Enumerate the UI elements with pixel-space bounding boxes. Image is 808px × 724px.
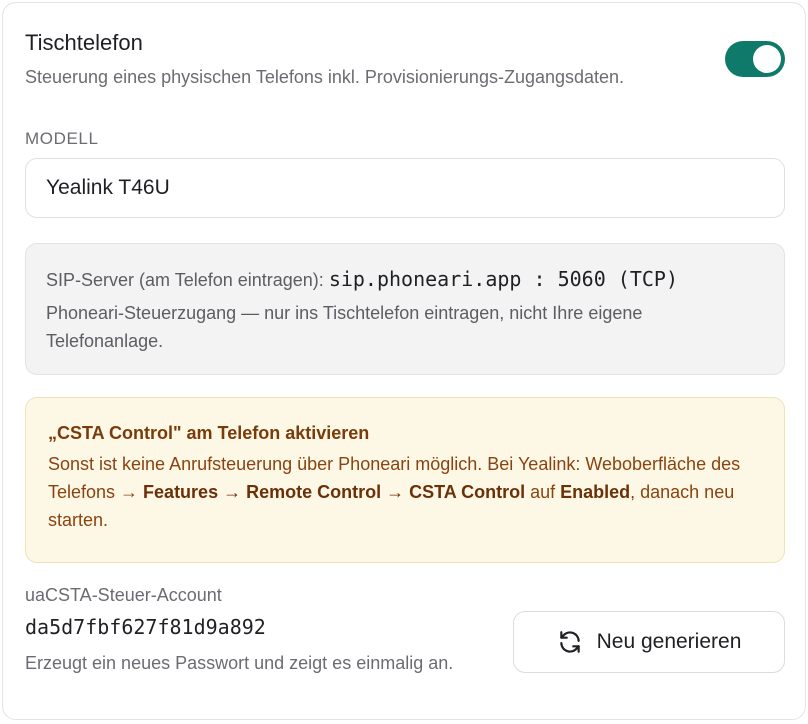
regenerate-label: Neu generieren <box>596 630 742 653</box>
model-value: Yealink T46U <box>46 176 170 199</box>
sip-server-label: SIP-Server (am Telefon eintragen): <box>46 270 324 290</box>
warning-enabled: Enabled <box>560 482 631 502</box>
card-header: Tischtelefon Steuerung eines physischen … <box>25 29 783 89</box>
sip-info-box: SIP-Server (am Telefon eintragen): sip.p… <box>25 243 785 375</box>
toggle-knob <box>753 45 781 73</box>
sip-server-line: SIP-Server (am Telefon eintragen): sip.p… <box>46 264 764 295</box>
card-title: Tischtelefon <box>25 30 143 55</box>
warning-text: Sonst ist keine Anrufsteuerung über Phon… <box>48 450 762 534</box>
model-select[interactable]: Yealink T46U <box>25 158 785 218</box>
model-label: MODELL <box>25 129 99 148</box>
warning-title: „CSTA Control" am Telefon aktivieren <box>48 423 370 443</box>
account-value: da5d7fbf627f81d9a892 <box>25 615 266 639</box>
sip-server-value: sip.phoneari.app : 5060 (TCP) <box>328 267 679 291</box>
sip-description: Phoneari-Steuerzugang — nur ins Tischtel… <box>46 303 643 351</box>
card-subtitle: Steuerung eines physischen Telefons inkl… <box>25 67 625 87</box>
desk-phone-toggle[interactable] <box>725 41 785 77</box>
warning-path: Features → Remote Control → CSTA Control <box>143 482 526 502</box>
warning-text-part: auf <box>525 482 561 502</box>
refresh-icon <box>557 629 583 655</box>
account-hint: Erzeugt ein neues Passwort und zeigt es … <box>25 653 454 673</box>
regenerate-button[interactable]: Neu generieren <box>513 611 785 673</box>
csta-warning-box: „CSTA Control" am Telefon aktivieren Son… <box>25 397 785 563</box>
account-label: uaCSTA-Steuer-Account <box>25 585 222 605</box>
desk-phone-card: Tischtelefon Steuerung eines physischen … <box>2 2 806 720</box>
